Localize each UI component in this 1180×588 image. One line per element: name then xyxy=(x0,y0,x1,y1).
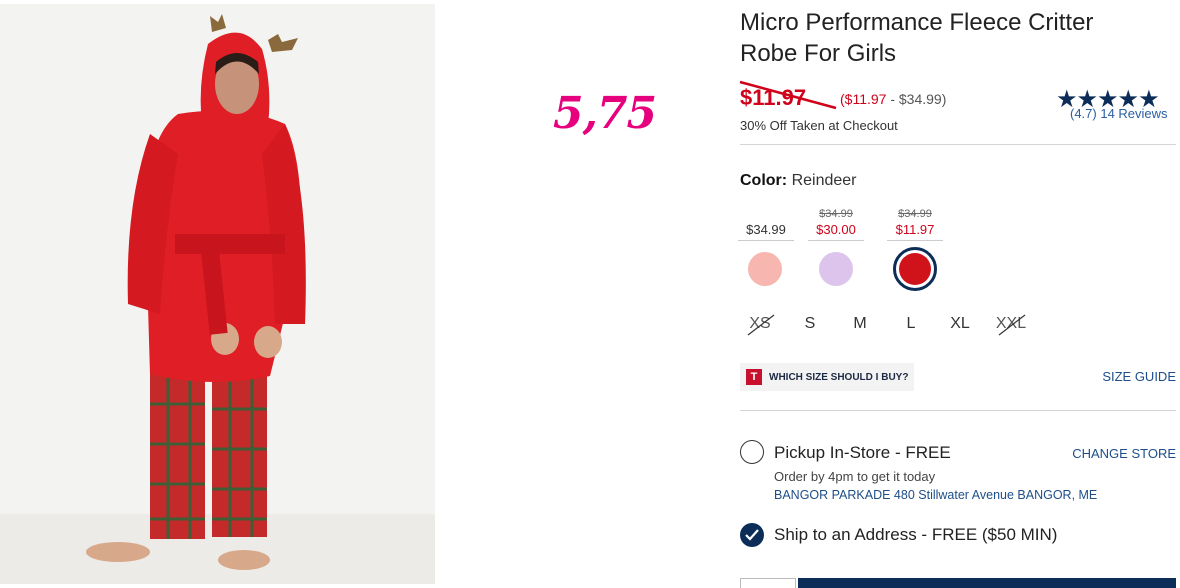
true-fit-icon: T xyxy=(746,369,762,385)
color-value: Reindeer xyxy=(791,172,857,189)
pickup-cutoff: Order by 4pm to get it today xyxy=(774,469,936,484)
swatch-reindeer-selected[interactable] xyxy=(893,247,937,291)
pants-right xyxy=(212,369,267,537)
price-range: ($11.97 - $34.99) xyxy=(840,91,946,107)
size-guide-link[interactable]: SIZE GUIDE xyxy=(1102,369,1176,384)
quantity-selector[interactable] xyxy=(740,578,796,588)
pickup-radio[interactable] xyxy=(740,440,764,464)
antler-left xyxy=(210,14,226,32)
divider xyxy=(740,410,1176,411)
color-label: Color: Reindeer xyxy=(740,172,857,190)
ship-radio-checked[interactable] xyxy=(740,523,764,547)
swatch-now-price: $34.99 xyxy=(746,222,786,237)
pickup-title: Pickup In-Store - FREE xyxy=(774,443,951,462)
swatch-was-price xyxy=(738,208,794,222)
swatch-now-price: $11.97 xyxy=(895,222,935,237)
size-xxl[interactable]: XXL xyxy=(991,314,1031,336)
size-m[interactable]: M xyxy=(840,315,880,333)
swatch-price-2: $34.99 $30.00 xyxy=(808,208,864,241)
size-l[interactable]: L xyxy=(891,315,931,333)
price-strike-mark xyxy=(739,80,837,110)
swatch-rule xyxy=(808,240,864,241)
product-image[interactable] xyxy=(0,4,435,584)
swatch-fill xyxy=(899,253,931,285)
size-xl[interactable]: XL xyxy=(940,315,980,333)
check-icon xyxy=(745,529,759,541)
ship-title: Ship to an Address - FREE ($50 MIN) xyxy=(774,525,1058,544)
size-help-text: WHICH SIZE SHOULD I BUY? xyxy=(769,371,909,383)
swatch-now-price: $30.00 xyxy=(816,222,856,237)
product-illustration xyxy=(86,14,306,570)
size-xs[interactable]: XS xyxy=(740,314,780,336)
pants-left xyxy=(150,364,205,539)
size-s[interactable]: S xyxy=(790,315,830,333)
store-address-link[interactable]: BANGOR PARKADE 480 Stillwater Avenue BAN… xyxy=(774,488,1097,502)
add-to-bag-button[interactable] xyxy=(798,578,1176,588)
product-title: Micro Performance Fleece Critter Robe Fo… xyxy=(740,9,1094,67)
discount-note: 30% Off Taken at Checkout xyxy=(740,118,898,133)
change-store-link[interactable]: CHANGE STORE xyxy=(1072,446,1176,461)
swatch-lavender[interactable] xyxy=(819,252,853,286)
swatch-was-price: $34.99 xyxy=(819,208,853,220)
color-label-key: Color: xyxy=(740,172,788,189)
swatch-rule xyxy=(738,240,794,241)
antler-right xyxy=(268,34,298,52)
price-range-low: ($11.97 xyxy=(840,91,887,107)
swatch-was-price: $34.99 xyxy=(898,208,932,220)
swatch-rule xyxy=(887,240,943,241)
swatch-pink[interactable] xyxy=(748,252,782,286)
swatch-price-1: $34.99 xyxy=(738,208,794,241)
reviews-link[interactable]: (4.7) 14 Reviews xyxy=(1070,106,1168,121)
size-help-button[interactable]: T WHICH SIZE SHOULD I BUY? xyxy=(740,363,915,391)
price-annotation: 5,75 xyxy=(553,88,657,139)
unavailable-slash-icon xyxy=(998,314,1026,336)
unavailable-slash-icon xyxy=(747,314,775,336)
price-range-high: - $34.99) xyxy=(886,91,947,107)
divider xyxy=(740,144,1176,145)
purchase-controls xyxy=(740,578,1176,588)
swatch-price-3: $34.99 $11.97 xyxy=(887,208,943,241)
